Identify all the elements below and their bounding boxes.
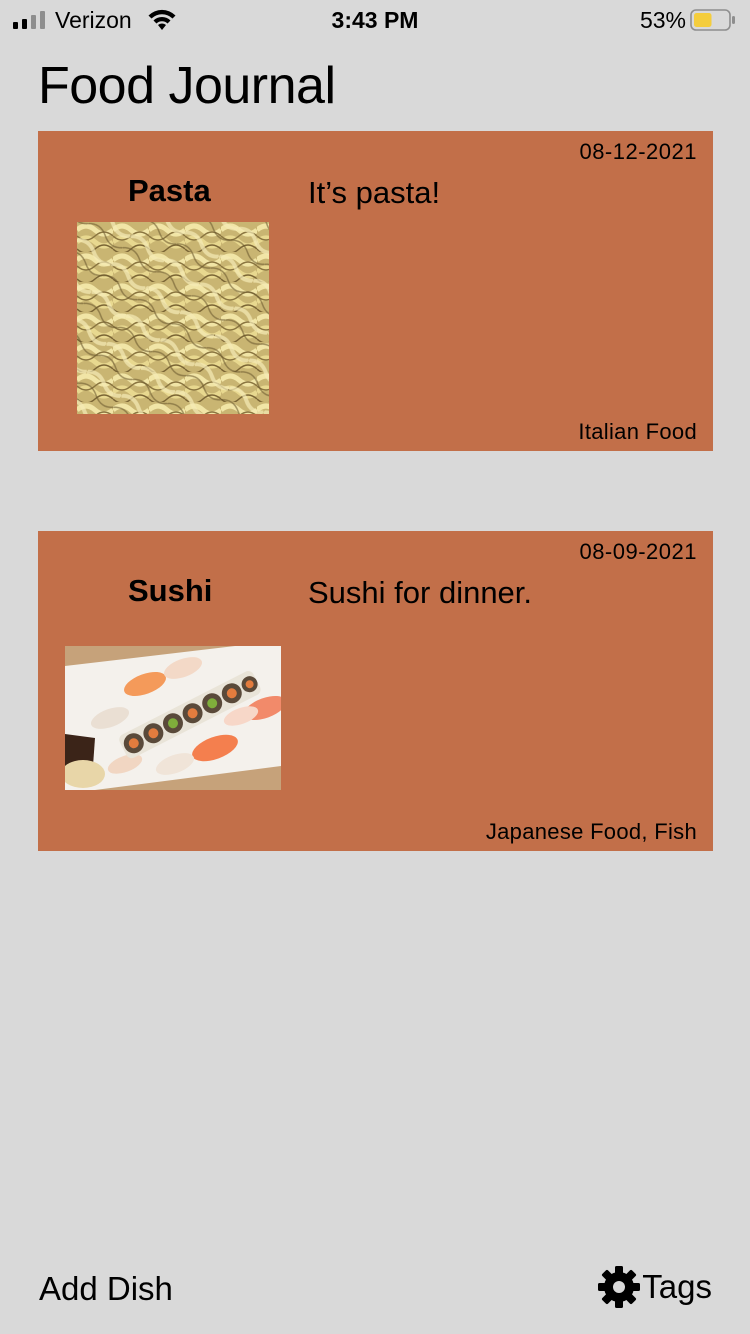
- tags-label: Tags: [642, 1268, 712, 1305]
- dish-date: 08-12-2021: [579, 139, 697, 164]
- page-title: Food Journal: [38, 57, 336, 115]
- dish-name: Pasta: [128, 173, 211, 208]
- battery-percentage: 53%: [639, 7, 686, 33]
- dish-date: 08-09-2021: [579, 539, 697, 564]
- gear-icon: [598, 1266, 641, 1308]
- rotini-pasta-photo: [77, 222, 269, 414]
- status-bar: Verizon 3:43 PM 53%: [0, 0, 750, 40]
- add-dish-button[interactable]: Add Dish: [39, 1270, 173, 1308]
- dish-name: Sushi: [128, 573, 213, 608]
- dish-description: It’s pasta!: [308, 175, 441, 210]
- dish-description: Sushi for dinner.: [308, 575, 533, 610]
- app-screen: Verizon 3:43 PM 53% Food Journal 08-12-2…: [0, 0, 750, 1334]
- dish-tags: Italian Food: [578, 419, 697, 444]
- tags-button[interactable]: Tags: [598, 1266, 712, 1308]
- dish-tags: Japanese Food, Fish: [485, 819, 697, 844]
- sushi-platter-photo: [65, 646, 281, 790]
- dish-card-pasta[interactable]: 08-12-2021 Pasta It’s pasta! Italian Foo…: [38, 131, 713, 451]
- battery-icon: [690, 9, 735, 31]
- status-time: 3:43 PM: [331, 7, 419, 33]
- dish-card-sushi[interactable]: 08-09-2021 Sushi Sushi for dinner. Japan…: [38, 531, 713, 851]
